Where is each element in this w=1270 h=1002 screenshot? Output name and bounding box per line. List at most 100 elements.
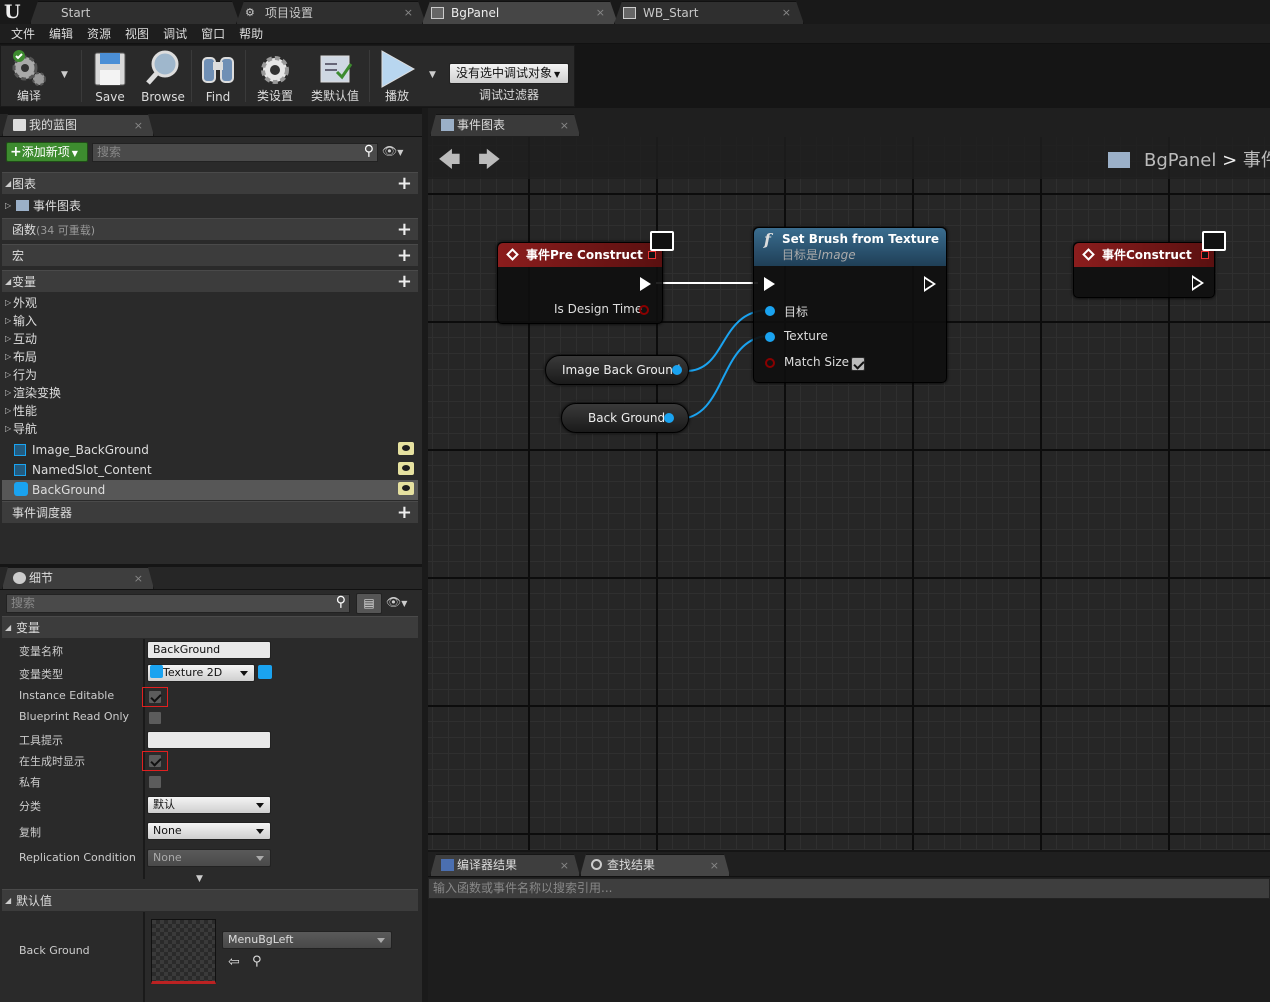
add-function-plus-icon[interactable]: + — [397, 219, 412, 240]
object-pin-background-out[interactable] — [664, 413, 674, 423]
private-checkbox[interactable] — [148, 775, 162, 789]
visibility-eye-icon[interactable] — [398, 442, 414, 455]
view-options-eye-icon[interactable]: 👁▼ — [382, 144, 414, 160]
var-name-input[interactable]: BackGround — [147, 641, 271, 659]
add-dispatcher-plus-icon[interactable]: + — [397, 502, 412, 523]
advanced-expand-icon[interactable]: ▼ — [196, 874, 203, 884]
debug-target-select[interactable]: 没有选中调试对象 ▼ — [449, 63, 569, 84]
tooltip-input[interactable] — [147, 731, 271, 749]
delegate-pin[interactable] — [648, 251, 656, 259]
graph-item-event-graph[interactable]: ▷ 事件图表 — [2, 197, 418, 215]
replication-select[interactable]: None — [147, 822, 271, 840]
compiler-results-tab[interactable]: 编译器结果 × — [430, 854, 580, 876]
object-pin-texture[interactable] — [765, 332, 775, 342]
category-macros[interactable]: 宏 + — [2, 244, 418, 266]
texture-thumbnail[interactable] — [151, 919, 216, 984]
class-settings-button[interactable]: 类设置 — [249, 46, 301, 106]
menu-debug[interactable]: 调试 — [156, 24, 194, 44]
menu-asset[interactable]: 资源 — [80, 24, 118, 44]
visibility-eye-icon[interactable] — [398, 482, 414, 495]
find-button[interactable]: Find — [195, 46, 241, 106]
delegate-pin[interactable] — [1201, 251, 1209, 259]
doc-tab-wb-start[interactable]: WB_Start × — [614, 1, 804, 24]
node-get-background[interactable]: Back Ground — [561, 403, 689, 433]
add-variable-plus-icon[interactable]: + — [397, 271, 412, 292]
category-graphs[interactable]: ◢ 图表 + — [2, 172, 418, 194]
bool-pin-match-size[interactable] — [765, 358, 775, 368]
category-variables[interactable]: ◢ 变量 + — [2, 270, 418, 292]
add-new-button[interactable]: +添加新项 ▼ — [6, 142, 88, 162]
exec-out-pin[interactable] — [640, 277, 651, 291]
close-icon[interactable]: × — [596, 2, 605, 24]
close-icon[interactable]: × — [134, 568, 143, 589]
var-category-navigation[interactable]: ▷ 导航 — [2, 420, 418, 438]
var-category-render-transform[interactable]: ▷ 渲染变换 — [2, 384, 418, 402]
category-functions[interactable]: 函数(34 可重载) + — [2, 218, 418, 240]
var-category-behavior[interactable]: ▷ 行为 — [2, 366, 418, 384]
variable-namedslot-content[interactable]: NamedSlot_Content — [2, 460, 418, 480]
close-icon[interactable]: × — [560, 855, 569, 876]
match-size-checkbox[interactable] — [851, 357, 865, 371]
close-icon[interactable]: × — [134, 115, 143, 136]
compile-options-dropdown[interactable]: ▼ — [61, 70, 75, 84]
expose-spawn-checkbox[interactable] — [148, 754, 162, 768]
close-icon[interactable]: × — [782, 2, 791, 24]
close-icon[interactable]: × — [560, 115, 569, 136]
node-set-brush-from-texture[interactable]: f Set Brush from Texture 目标是Image 目标 Tex… — [753, 227, 947, 383]
save-button[interactable]: Save — [87, 46, 133, 106]
variable-background-selected[interactable]: BackGround — [2, 480, 418, 500]
rep-condition-select[interactable]: None — [147, 849, 271, 867]
property-matrix-icon[interactable]: ▤ — [356, 593, 382, 614]
category-event-dispatchers[interactable]: 事件调度器 + — [2, 501, 418, 523]
menu-edit[interactable]: 编辑 — [42, 24, 80, 44]
play-options-dropdown[interactable]: ▼ — [429, 70, 443, 84]
category-select[interactable]: 默认 — [147, 796, 271, 814]
object-pin-target[interactable] — [765, 306, 775, 316]
node-get-image-background[interactable]: Image Back Ground — [545, 355, 689, 385]
event-graph-tab[interactable]: 事件图表 × — [430, 114, 580, 136]
container-type-icon[interactable] — [258, 665, 272, 679]
unreal-logo[interactable]: U — [4, 2, 26, 22]
bool-pin-is-design-time[interactable] — [639, 305, 649, 315]
instance-editable-checkbox[interactable] — [148, 690, 162, 704]
my-blueprint-tab[interactable]: 我的蓝图 × — [2, 114, 154, 136]
doc-tab-bgpanel[interactable]: BgPanel × — [422, 1, 618, 24]
details-section-default[interactable]: ◢ 默认值 — [2, 889, 418, 911]
menu-window[interactable]: 窗口 — [194, 24, 232, 44]
menu-help[interactable]: 帮助 — [232, 24, 270, 44]
var-category-performance[interactable]: ▷ 性能 — [2, 402, 418, 420]
add-macro-plus-icon[interactable]: + — [397, 245, 412, 266]
variable-image-background[interactable]: Image_BackGround — [2, 440, 418, 460]
background-asset-select[interactable]: MenuBgLeft — [222, 931, 392, 949]
details-tab[interactable]: 细节 × — [2, 567, 154, 589]
event-graph-canvas[interactable]: 🡄 🡆 BgPanel > 事件 事件Pre Construct Is Desi… — [428, 137, 1270, 850]
visibility-eye-icon[interactable] — [398, 462, 414, 475]
browse-asset-magnifier-icon[interactable]: ⚲ — [252, 954, 262, 969]
node-event-pre-construct[interactable]: 事件Pre Construct Is Design Time — [497, 231, 674, 324]
find-references-input[interactable]: 输入函数或事件名称以搜索引用... — [428, 878, 1270, 899]
object-pin-image-out[interactable] — [672, 365, 682, 375]
bp-readonly-checkbox[interactable] — [148, 711, 162, 725]
exec-in-pin[interactable] — [764, 277, 775, 291]
close-icon[interactable]: × — [710, 855, 719, 876]
play-button[interactable]: 播放 — [373, 46, 421, 106]
compile-button[interactable]: 编译 — [3, 46, 55, 106]
class-defaults-button[interactable]: 类默认值 — [305, 46, 365, 106]
details-section-variable[interactable]: ◢ 变量 — [2, 616, 418, 638]
var-category-layout[interactable]: ▷ 布局 — [2, 348, 418, 366]
node-event-construct[interactable]: 事件Construct — [1073, 231, 1226, 298]
var-type-select[interactable]: Texture 2D — [147, 664, 255, 682]
blueprint-search-input[interactable]: 搜索 ⚲ — [92, 143, 378, 162]
find-results-tab[interactable]: 查找结果 × — [580, 854, 730, 876]
doc-tab-project-settings[interactable]: ⚙ 项目设置 × — [236, 1, 426, 24]
menu-file[interactable]: 文件 — [4, 24, 42, 44]
view-options-eye-icon[interactable]: 👁▼ — [386, 595, 418, 611]
doc-tab-start[interactable]: Start — [30, 1, 240, 24]
menu-view[interactable]: 视图 — [118, 24, 156, 44]
var-category-appearance[interactable]: ▷ 外观 — [2, 294, 418, 312]
var-category-input[interactable]: ▷ 输入 — [2, 312, 418, 330]
details-search-input[interactable]: 搜索 ⚲ — [6, 594, 350, 613]
add-graph-plus-icon[interactable]: + — [397, 173, 412, 194]
use-selected-arrow-icon[interactable]: ⇦ — [228, 954, 240, 970]
browse-button[interactable]: Browse — [137, 46, 189, 106]
